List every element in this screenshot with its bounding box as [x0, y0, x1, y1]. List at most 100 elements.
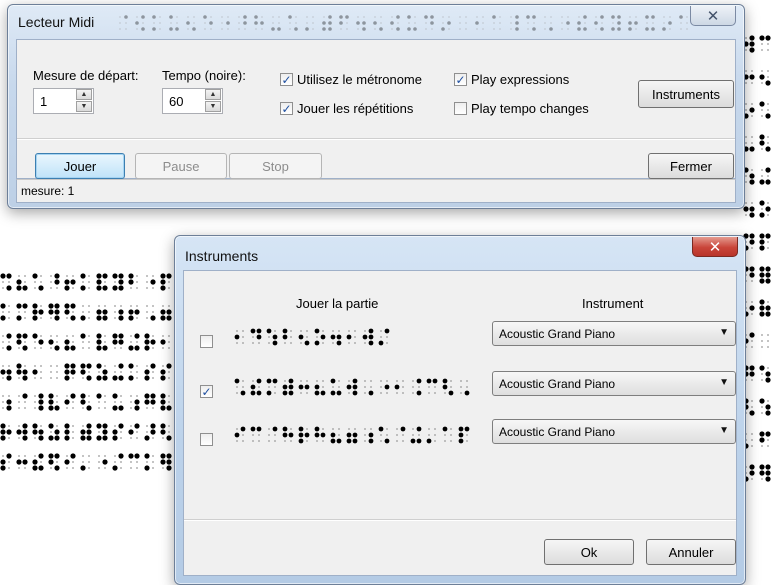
braille-dot: [322, 428, 324, 430]
up-arrow-icon[interactable]: ▲: [76, 89, 92, 100]
ok-button[interactable]: Ok: [544, 539, 634, 565]
braille-dot: [550, 22, 552, 24]
braille-dot: [278, 16, 280, 18]
cancel-button[interactable]: Annuler: [646, 539, 736, 565]
braille-dot: [348, 342, 350, 344]
metronome-label[interactable]: Utilisez le métronome: [297, 72, 422, 87]
braille-dot: [749, 41, 755, 47]
braille-dot: [144, 453, 150, 459]
braille-dot: [152, 377, 154, 379]
part-1-instrument-select[interactable]: Acoustic Grand Piano ▼: [492, 321, 736, 346]
braille-dot: [314, 340, 320, 346]
braille-dot: [306, 428, 308, 430]
braille-dot: [227, 16, 229, 18]
braille-dot: [544, 22, 546, 24]
braille-dot: [431, 28, 433, 30]
instruments-close-button[interactable]: ✕: [692, 237, 738, 257]
up-arrow-icon[interactable]: ▲: [205, 89, 221, 100]
start-measure-stepper[interactable]: 1 ▲ ▼: [33, 88, 94, 114]
metronome-checkbox[interactable]: ✓: [280, 73, 293, 86]
part-3-checkbox[interactable]: [200, 433, 213, 446]
repeats-label[interactable]: Jouer les répétitions: [297, 101, 413, 116]
braille-dot: [128, 429, 134, 435]
tempo-changes-checkbox[interactable]: [454, 102, 467, 115]
midi-player-title-bar[interactable]: Lecteur Midi: [8, 5, 744, 39]
braille-dot: [288, 432, 294, 438]
braille-dot: [32, 303, 38, 309]
braille-dot: [242, 386, 244, 388]
braille-dot: [32, 309, 38, 315]
braille-dot: [680, 28, 682, 30]
braille-dot: [50, 377, 52, 379]
part-3-instrument-select[interactable]: Acoustic Grand Piano ▼: [492, 419, 736, 444]
braille-dot: [86, 435, 92, 441]
braille-dot: [80, 429, 86, 435]
down-arrow-icon[interactable]: ▼: [76, 101, 92, 112]
braille-dot: [96, 309, 102, 315]
braille-dot: [364, 392, 366, 394]
tempo-value[interactable]: 60: [169, 94, 183, 109]
braille-dot: [136, 28, 138, 30]
instruments-button[interactable]: Instruments: [638, 80, 734, 108]
braille-dot: [348, 428, 350, 430]
braille-dot: [450, 440, 452, 442]
braille-dot: [765, 80, 771, 86]
braille-dot: [380, 386, 382, 388]
down-arrow-icon[interactable]: ▼: [205, 101, 221, 112]
tempo-changes-label[interactable]: Play tempo changes: [471, 101, 589, 116]
braille-dot: [268, 440, 270, 442]
braille-dot: [64, 279, 70, 285]
braille-dot: [112, 333, 118, 339]
stop-button[interactable]: Stop: [229, 153, 322, 179]
braille-dot: [2, 377, 4, 379]
play-button[interactable]: Jouer: [35, 153, 125, 179]
braille-dot: [119, 16, 121, 18]
instruments-title-bar[interactable]: Instruments: [175, 236, 745, 270]
braille-dot: [412, 428, 414, 430]
braille-dot: [254, 15, 258, 19]
braille-dot: [751, 142, 753, 144]
braille-dot: [22, 303, 28, 309]
braille-dot: [119, 22, 121, 24]
braille-dot: [765, 410, 771, 416]
tempo-stepper[interactable]: 60 ▲ ▼: [162, 88, 223, 114]
start-measure-value[interactable]: 1: [40, 94, 47, 109]
braille-dot: [40, 365, 42, 367]
braille-dot: [136, 305, 138, 307]
braille-dot: [765, 206, 771, 212]
expressions-checkbox[interactable]: ✓: [454, 73, 467, 86]
braille-dot: [72, 287, 74, 289]
part-2-checkbox[interactable]: ✓: [200, 385, 213, 398]
braille-dot: [166, 363, 172, 369]
braille-dot: [88, 347, 90, 349]
repeats-checkbox[interactable]: ✓: [280, 102, 293, 115]
expressions-label[interactable]: Play expressions: [471, 72, 569, 87]
braille-dot: [416, 426, 422, 432]
braille-dot: [56, 395, 58, 397]
braille-dot: [751, 439, 753, 441]
braille-dot: [272, 378, 278, 384]
braille-dot: [114, 461, 116, 463]
midi-player-close-button[interactable]: ✕: [690, 6, 736, 26]
braille-dot: [136, 461, 138, 463]
braille-dot: [134, 423, 140, 429]
braille-dot: [134, 453, 140, 459]
braille-dot: [72, 437, 74, 439]
braille-dot: [166, 405, 172, 411]
part-2-instrument-select[interactable]: Acoustic Grand Piano ▼: [492, 371, 736, 396]
close-player-button[interactable]: Fermer: [648, 153, 734, 179]
braille-dot: [476, 28, 478, 30]
braille-dot: [159, 28, 161, 30]
braille-dot: [136, 365, 138, 367]
part-1-checkbox[interactable]: [200, 335, 213, 348]
braille-dot: [749, 233, 755, 239]
braille-dot: [162, 305, 164, 307]
tempo-label: Tempo (noire):: [162, 68, 246, 83]
braille-dot: [120, 431, 122, 433]
braille-dot: [112, 393, 118, 399]
braille-dot: [236, 342, 238, 344]
braille-dot: [492, 15, 496, 19]
braille-dot: [40, 317, 42, 319]
pause-button[interactable]: Pause: [135, 153, 227, 179]
braille-dot: [38, 393, 44, 399]
